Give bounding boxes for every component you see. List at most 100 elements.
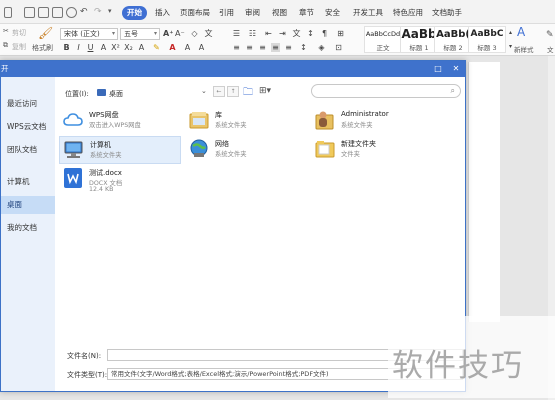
tab-doc-assistant[interactable]: 文档助手 xyxy=(427,6,467,20)
file-name: 新建文件夹 xyxy=(341,140,376,148)
file-item[interactable]: 新建文件夹 文件夹 xyxy=(311,136,433,164)
sidebar-item-team-docs[interactable]: 团队文档 xyxy=(1,141,55,159)
cut-label[interactable]: 剪切 xyxy=(12,28,26,38)
font-name-select[interactable]: 宋体 (正文) ▾ xyxy=(60,28,118,40)
underline-icon[interactable]: U xyxy=(86,43,95,52)
tab-view[interactable]: 视图 xyxy=(267,6,292,20)
char-border-icon[interactable]: A xyxy=(183,43,192,52)
font-size-select[interactable]: 五号 ▾ xyxy=(120,28,160,40)
new-style-icon[interactable]: A xyxy=(517,25,525,39)
copy-label[interactable]: 复制 xyxy=(12,42,26,52)
line-spacing-icon[interactable]: ↕ xyxy=(299,43,308,52)
tab-security[interactable]: 安全 xyxy=(320,6,345,20)
new-folder-icon[interactable]: 🗀 xyxy=(243,85,253,102)
cut-icon[interactable]: ✂ xyxy=(3,27,9,35)
chinese-layout-icon[interactable]: 文 xyxy=(292,29,301,38)
file-type: 系统文件夹 xyxy=(215,151,247,158)
sidebar-item-computer[interactable]: 计算机 xyxy=(1,173,55,191)
new-style-label[interactable]: 新样式 xyxy=(514,44,534,54)
distributed-icon[interactable]: ≡ xyxy=(284,43,293,52)
bold-icon[interactable]: B xyxy=(62,43,71,52)
highlight-icon[interactable]: ✎ xyxy=(152,43,161,52)
sidebar-item-desktop[interactable]: 桌面 xyxy=(1,196,55,214)
style-heading-1[interactable]: AaBb 标题 1 xyxy=(400,26,438,53)
sidebar-item-my-documents[interactable]: 我的文档 xyxy=(1,219,55,237)
view-mode-icon[interactable]: ⊞▾ xyxy=(259,86,271,96)
style-preview: AaBb( xyxy=(436,29,470,40)
align-center-icon[interactable]: ≡ xyxy=(245,43,254,52)
copy-icon[interactable]: ⧉ xyxy=(3,41,8,50)
shading-icon[interactable]: ◈ xyxy=(317,43,326,52)
tab-review[interactable]: 审阅 xyxy=(240,6,265,20)
italic-icon[interactable]: I xyxy=(74,43,83,52)
align-right-icon[interactable]: ≡ xyxy=(258,43,267,52)
font-color-icon[interactable]: A xyxy=(168,43,177,52)
style-heading-3[interactable]: AaBbC 标题 3 xyxy=(468,26,506,53)
location-value[interactable]: 桌面 xyxy=(109,89,123,99)
document-page[interactable] xyxy=(468,62,500,322)
subscript-icon[interactable]: X₂ xyxy=(124,43,133,52)
tab-home[interactable]: 开始 xyxy=(122,6,147,20)
quick-access-dropdown-icon[interactable]: ▾ xyxy=(108,7,112,15)
style-preview: AaBbC xyxy=(470,29,504,39)
table-icon[interactable]: ⊞ xyxy=(336,29,345,38)
file-type: 双击进入WPS网盘 xyxy=(89,122,141,129)
menu-bar: ↶ ↷ ▾ 开始 插入 页面布局 引用 审阅 视图 章节 安全 开发工具 特色应… xyxy=(0,0,555,24)
phonetic-icon[interactable]: 文 xyxy=(204,29,213,38)
align-left-icon[interactable]: ≡ xyxy=(232,43,241,52)
increase-indent-icon[interactable]: ⇥ xyxy=(278,29,287,38)
app-menu-icon[interactable] xyxy=(4,7,12,18)
decrease-indent-icon[interactable]: ⇤ xyxy=(264,29,273,38)
styles-scroll-up-icon[interactable]: ▴ xyxy=(506,28,515,37)
file-item[interactable]: 网络 系统文件夹 xyxy=(185,136,307,164)
tab-insert[interactable]: 插入 xyxy=(150,6,175,20)
text-tool-icon[interactable]: ✎ xyxy=(546,30,554,40)
watermark-text: 软件技巧 xyxy=(392,348,524,384)
char-shading-icon[interactable]: A xyxy=(197,43,206,52)
tab-page-layout[interactable]: 页面布局 xyxy=(175,6,215,20)
sidebar-item-recent[interactable]: 最近访问 xyxy=(1,95,55,113)
style-heading-2[interactable]: AaBb( 标题 2 xyxy=(434,26,472,53)
dialog-title-bar[interactable]: 开 □ ✕ xyxy=(1,61,465,77)
bullet-list-icon[interactable]: ☰ xyxy=(232,29,241,38)
save-icon[interactable] xyxy=(24,7,35,18)
file-item[interactable]: 测试.docx DOCX 文档 12.4 KB xyxy=(59,165,181,197)
borders-icon[interactable]: ⊡ xyxy=(334,43,343,52)
undo-icon[interactable]: ↶ xyxy=(80,7,88,17)
tab-developer[interactable]: 开发工具 xyxy=(348,6,388,20)
style-preview: AaBb xyxy=(401,27,437,41)
format-painter-label[interactable]: 格式刷 xyxy=(32,43,53,53)
print-icon[interactable] xyxy=(52,7,63,18)
preview-icon[interactable] xyxy=(66,7,77,18)
show-marks-icon[interactable]: ¶ xyxy=(320,29,329,38)
sidebar-item-wps-cloud[interactable]: WPS云文档 xyxy=(1,118,55,136)
superscript-icon[interactable]: X² xyxy=(111,43,120,52)
style-normal[interactable]: AaBbCcDd 正文 xyxy=(364,26,402,53)
export-icon[interactable] xyxy=(38,7,49,18)
file-item[interactable]: 计算机 系统文件夹 xyxy=(59,136,181,164)
maximize-icon[interactable]: □ xyxy=(431,61,445,77)
redo-icon[interactable]: ↷ xyxy=(94,7,102,17)
up-folder-icon[interactable]: ↑ xyxy=(227,86,239,97)
shrink-font-icon[interactable]: A⁻ xyxy=(175,29,185,38)
location-dropdown-icon[interactable]: ⌄ xyxy=(201,87,207,95)
format-painter-icon[interactable]: 🖌 xyxy=(38,26,53,40)
text-effect-icon[interactable]: A xyxy=(137,43,146,52)
clear-format-icon[interactable]: ◇ xyxy=(190,29,199,38)
justify-icon[interactable]: ≡ xyxy=(271,43,280,52)
file-item[interactable]: WPS网盘 双击进入WPS网盘 xyxy=(59,107,181,135)
cloud-icon xyxy=(63,113,83,126)
tab-references[interactable]: 引用 xyxy=(214,6,239,20)
tab-special[interactable]: 特色应用 xyxy=(388,6,428,20)
tab-chapter[interactable]: 章节 xyxy=(294,6,319,20)
strikethrough-icon[interactable]: A xyxy=(99,43,108,52)
file-item[interactable]: 库 系统文件夹 xyxy=(185,107,307,135)
back-icon[interactable]: ← xyxy=(213,86,225,97)
sort-icon[interactable]: ↕ xyxy=(306,29,315,38)
numbered-list-icon[interactable]: ☷ xyxy=(248,29,257,38)
file-item[interactable]: Administrator 系统文件夹 xyxy=(311,107,433,135)
grow-font-icon[interactable]: A⁺ xyxy=(163,29,173,38)
text-tool-label[interactable]: 文 xyxy=(547,44,554,54)
close-icon[interactable]: ✕ xyxy=(449,61,463,77)
search-input[interactable]: ⌕ xyxy=(311,84,461,98)
